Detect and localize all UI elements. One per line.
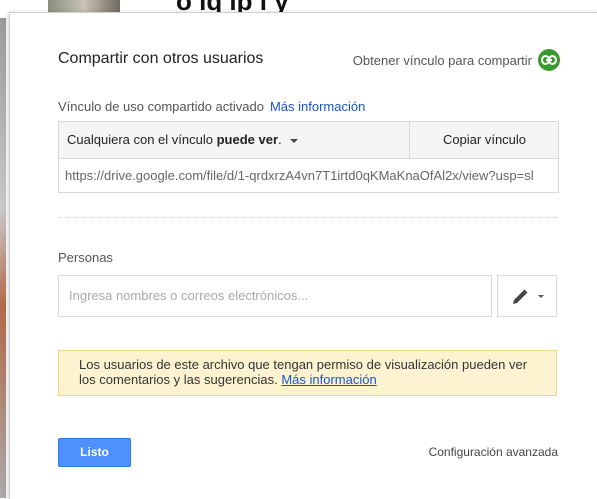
access-level-dropdown[interactable]: Cualquiera con el vínculo puede ver.	[59, 122, 409, 158]
access-prefix: Cualquiera con el vínculo	[67, 132, 217, 147]
link-sharing-status-text: Vínculo de uso compartido activado	[58, 99, 264, 114]
access-row: Cualquiera con el vínculo puede ver. Cop…	[59, 122, 558, 159]
chevron-down-icon	[289, 138, 298, 143]
share-url-field[interactable]: https://drive.google.com/file/d/1-qrdxrz…	[59, 159, 558, 192]
pencil-icon	[513, 289, 528, 304]
access-level: puede ver	[216, 132, 279, 147]
copy-link-button[interactable]: Copiar vínculo	[409, 122, 559, 158]
chevron-down-icon	[538, 295, 544, 298]
access-suffix: .	[278, 132, 282, 147]
background-thumbnail	[48, 0, 120, 12]
dialog-title: Compartir con otros usuarios	[58, 50, 264, 67]
section-divider	[58, 217, 557, 218]
get-shareable-link[interactable]: Obtener vínculo para compartir	[353, 53, 532, 68]
background-edge	[0, 18, 6, 498]
notice-more-info-link[interactable]: Más información	[281, 372, 376, 387]
link-access-box: Cualquiera con el vínculo puede ver. Cop…	[58, 121, 559, 193]
visibility-notice: Los usuarios de este archivo que tengan …	[58, 350, 557, 396]
permission-dropdown-button[interactable]	[497, 275, 557, 317]
people-label: Personas	[58, 250, 113, 265]
advanced-settings-link[interactable]: Configuración avanzada	[429, 445, 558, 459]
share-dialog: Compartir con otros usuarios Obtener vín…	[9, 12, 597, 499]
link-icon[interactable]	[538, 49, 560, 71]
more-info-link[interactable]: Más información	[270, 99, 365, 114]
link-sharing-status: Vínculo de uso compartido activado Más in…	[58, 99, 365, 114]
people-input[interactable]: Ingresa nombres o correos electrónicos..…	[58, 275, 492, 317]
done-button[interactable]: Listo	[58, 438, 131, 467]
